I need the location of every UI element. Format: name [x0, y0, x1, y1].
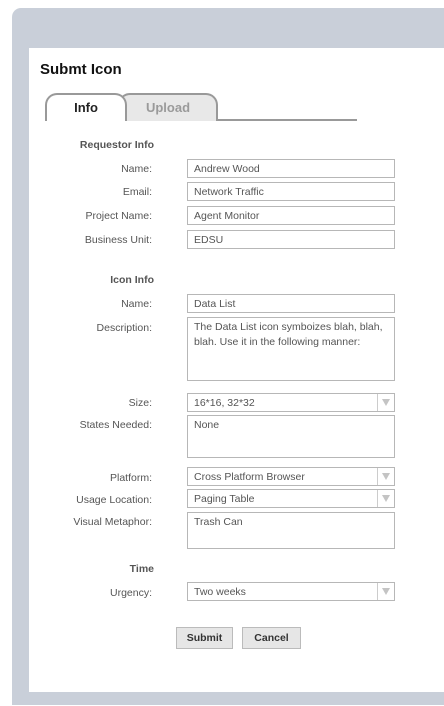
description-label: Description:	[96, 322, 152, 334]
project-name-label: Project Name:	[85, 210, 152, 222]
urgency-select-value: Two weeks	[194, 586, 246, 598]
chevron-down-icon[interactable]	[377, 583, 394, 600]
usage-location-label: Usage Location:	[76, 494, 152, 506]
section-requestor-info: Requestor Info	[79, 139, 154, 151]
requestor-email-label: Email:	[122, 186, 152, 198]
platform-select[interactable]: Cross Platform Browser	[187, 467, 395, 486]
states-needed-textarea[interactable]: None	[187, 415, 395, 458]
chevron-down-icon[interactable]	[377, 394, 394, 411]
requestor-name-field[interactable]: Andrew Wood	[187, 159, 395, 178]
tab-active-indicator	[47, 119, 125, 121]
usage-location-select-value: Paging Table	[194, 493, 255, 505]
urgency-label: Urgency:	[109, 587, 152, 599]
requestor-name-label: Name:	[121, 163, 152, 175]
visual-metaphor-textarea[interactable]: Trash Can	[187, 512, 395, 549]
size-select-value: 16*16, 32*32	[194, 397, 255, 409]
tab-upload[interactable]: Upload	[118, 93, 218, 121]
size-select[interactable]: 16*16, 32*32	[187, 393, 395, 412]
section-time: Time	[129, 563, 154, 575]
business-unit-label: Business Unit:	[84, 234, 152, 246]
platform-select-value: Cross Platform Browser	[194, 471, 305, 483]
chevron-down-icon[interactable]	[377, 468, 394, 485]
description-textarea[interactable]: The Data List icon symboizes blah, blah,…	[187, 317, 395, 381]
section-icon-info: Icon Info	[110, 274, 154, 286]
usage-location-select[interactable]: Paging Table	[187, 489, 395, 508]
submit-button[interactable]: Submit	[176, 627, 233, 649]
platform-label: Platform:	[109, 472, 152, 484]
states-needed-label: States Needed:	[79, 419, 152, 431]
icon-name-field[interactable]: Data List	[187, 294, 395, 313]
urgency-select[interactable]: Two weeks	[187, 582, 395, 601]
tab-info[interactable]: Info	[45, 93, 127, 121]
size-label: Size:	[128, 397, 152, 409]
requestor-email-field[interactable]: Network Traffic	[187, 182, 395, 201]
visual-metaphor-label: Visual Metaphor:	[73, 516, 152, 528]
page-title: Submt Icon	[40, 61, 122, 78]
business-unit-field[interactable]: EDSU	[187, 230, 395, 249]
project-name-field[interactable]: Agent Monitor	[187, 206, 395, 225]
cancel-button[interactable]: Cancel	[242, 627, 301, 649]
chevron-down-icon[interactable]	[377, 490, 394, 507]
icon-name-label: Name:	[121, 298, 152, 310]
